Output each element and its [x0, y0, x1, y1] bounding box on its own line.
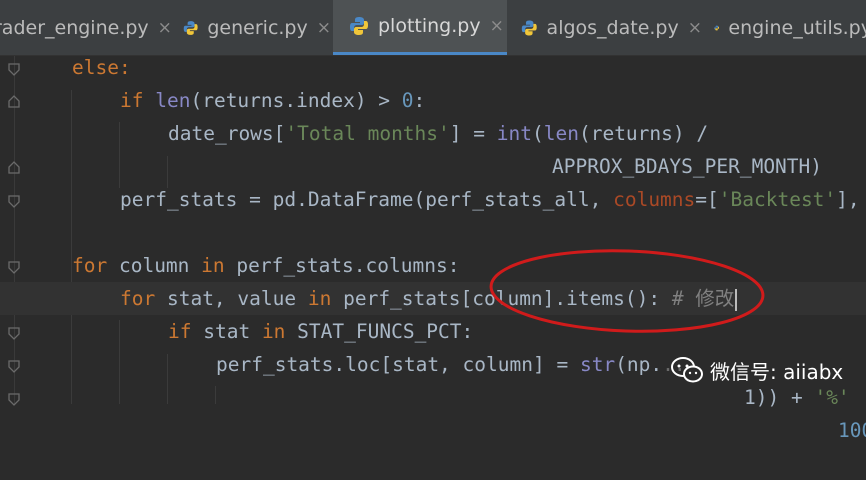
python-file-icon [183, 20, 198, 35]
number-literal: 100 [838, 419, 866, 442]
code-text: perf_stats[column].items(): [343, 287, 672, 310]
tab-algos-date[interactable]: algos_date.py × [507, 0, 702, 55]
builtin-str: str [579, 353, 616, 376]
code-text: column [118, 254, 202, 277]
text-cursor [735, 288, 738, 311]
code-text: ], [836, 188, 860, 211]
wechat-watermark: 微信号: aiiabx [670, 352, 843, 388]
indent-guide [119, 122, 120, 188]
code-text: APPROX_BDAYS_PER_MONTH) [552, 155, 823, 178]
tab-engine-utils[interactable]: engine_utils.py [702, 0, 866, 55]
string-literal: 'Total months' [285, 122, 450, 145]
code-line[interactable]: APPROX_BDAYS_PER_MONTH) [0, 150, 822, 183]
builtin-len: len [543, 122, 579, 145]
keyword-if: if [168, 320, 204, 343]
string-literal: '%' [814, 386, 850, 409]
string-literal: 'Backtest' [718, 188, 837, 211]
code-line[interactable]: perf_stats.loc[stat, column] = str(np...… [0, 348, 866, 442]
code-comment: # 修改 [671, 287, 735, 310]
tab-close-icon[interactable]: × [688, 18, 702, 38]
code-line[interactable]: if stat in STAT_FUNCS_PCT: [0, 315, 473, 348]
tab-label: engine_utils.py [728, 16, 866, 39]
builtin-int: int [496, 122, 532, 145]
code-text: perf_stats.loc[stat, column] = [216, 353, 580, 376]
code-text: perf_stats.columns: [236, 254, 460, 277]
code-text: STAT_FUNCS_PCT: [297, 320, 474, 343]
code-line[interactable]: 1)) + '%' [0, 381, 850, 414]
keyword-in: in [261, 320, 298, 343]
editor-tab-bar: rader_engine.py × generic.py × plotting.… [0, 0, 866, 56]
keyword-in: in [201, 254, 237, 277]
watermark-text: 微信号: aiiabx [710, 359, 844, 384]
tab-label: algos_date.py [546, 16, 679, 39]
code-line[interactable]: for column in perf_stats.columns: [0, 249, 459, 282]
code-text: ] = [449, 122, 497, 145]
code-line[interactable]: else: [0, 51, 131, 84]
keyword-if: if [120, 89, 156, 112]
python-file-icon [714, 25, 720, 30]
number-literal: 0 [401, 89, 414, 112]
code-text: 1)) + [744, 386, 815, 409]
code-text: perf_stats = pd.DataFrame(perf_stats_all… [120, 188, 614, 211]
current-code-line[interactable]: for stat, value in perf_stats[column].it… [0, 282, 866, 315]
indent-guide [71, 90, 72, 404]
code-line[interactable]: perf_stats = pd.DataFrame(perf_stats_all… [0, 183, 860, 216]
builtin-len: len [155, 89, 191, 112]
tab-trader-engine[interactable]: rader_engine.py × [0, 0, 172, 55]
keyword-else: else: [72, 56, 131, 79]
tab-label: rader_engine.py [0, 16, 149, 39]
python-file-icon [350, 17, 368, 35]
tab-plotting[interactable]: plotting.py × [333, 0, 507, 55]
tab-close-icon[interactable]: × [490, 16, 504, 36]
code-text: (returns.index) > [190, 89, 402, 112]
keyword-in: in [307, 287, 344, 310]
tab-label: generic.py [207, 16, 308, 39]
wechat-icon [671, 357, 703, 383]
tab-close-icon[interactable]: × [317, 18, 331, 38]
indent-guide [119, 320, 120, 404]
tab-label: plotting.py [378, 15, 481, 37]
tab-generic[interactable]: generic.py × [166, 0, 331, 55]
code-text: date_rows[ [168, 122, 286, 145]
code-text: (returns) / [578, 122, 709, 145]
keyword-argument: columns [613, 188, 696, 211]
code-text: stat, value [166, 287, 308, 310]
code-text: (np. [615, 353, 663, 376]
indent-guide [215, 386, 216, 404]
code-text: ( [531, 122, 544, 145]
keyword-for: for [120, 287, 167, 310]
code-text: =[ [695, 188, 719, 211]
code-line[interactable]: date_rows['Total months'] = int(len(retu… [0, 117, 708, 150]
keyword-for: for [72, 254, 119, 277]
indent-guide [167, 354, 168, 404]
code-line[interactable]: if len(returns.index) > 0: [0, 84, 425, 117]
code-text: : [413, 89, 426, 112]
python-file-icon [521, 20, 537, 35]
code-text: stat [203, 320, 262, 343]
